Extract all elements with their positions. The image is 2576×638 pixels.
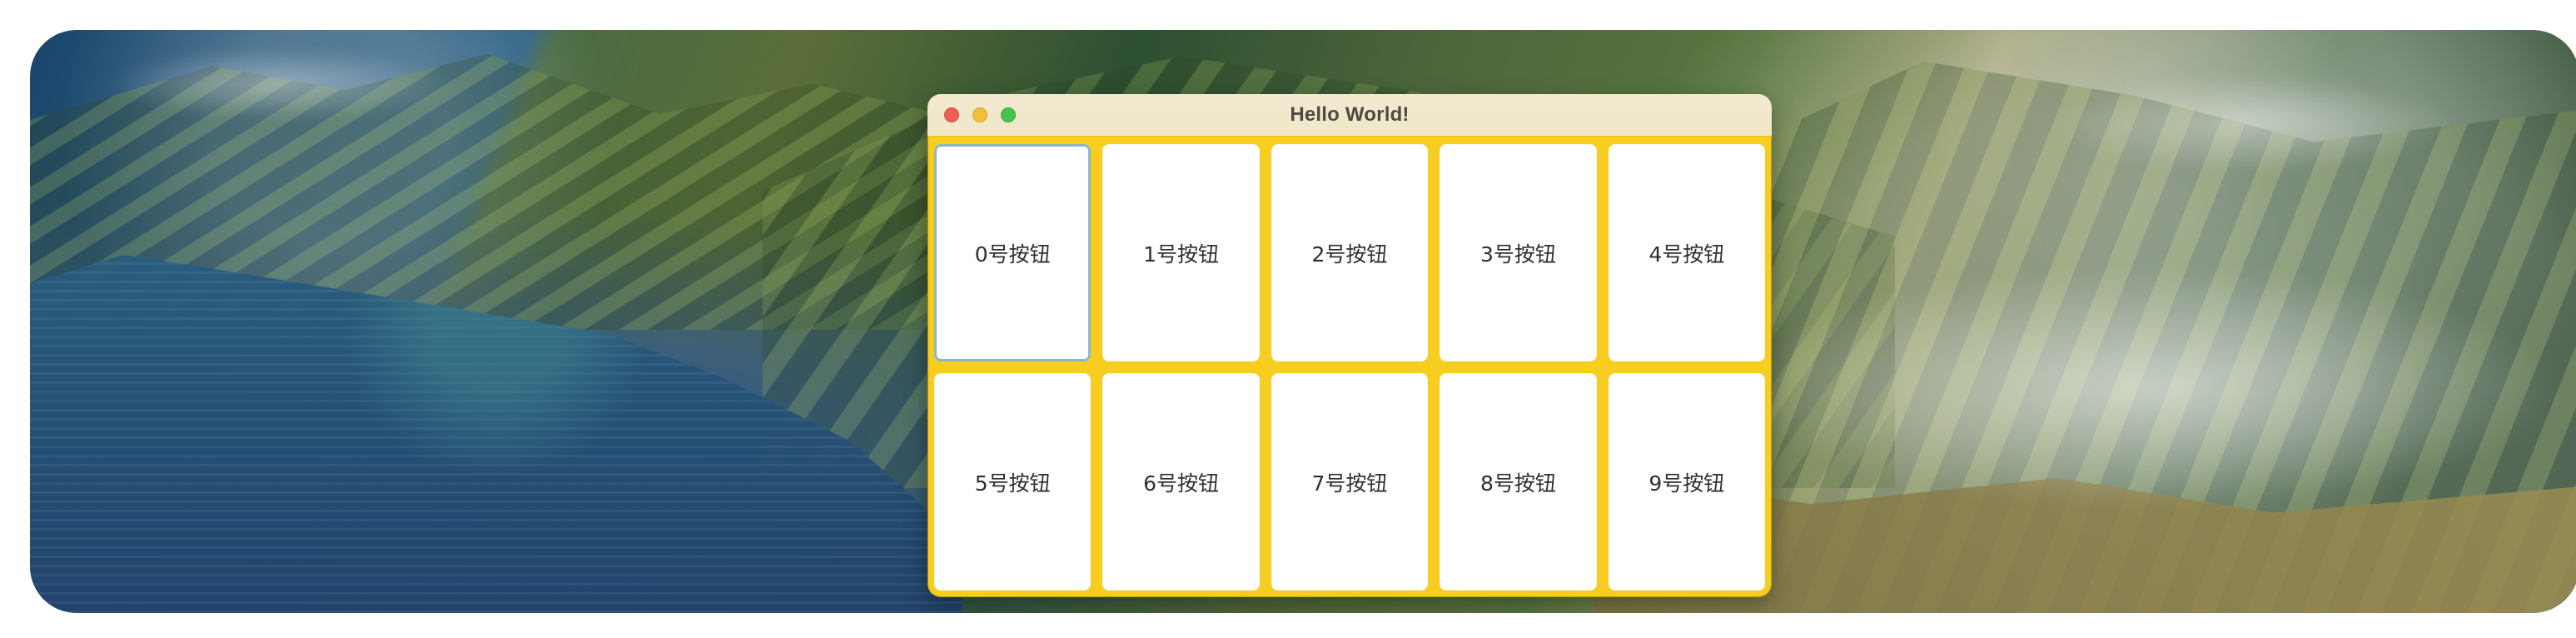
window-titlebar[interactable]: Hello World! [927,94,1772,137]
button-0[interactable]: 0号按钮 [934,144,1092,361]
wallpaper-mountain-right [1753,61,2576,613]
wallpaper-mountain-left [30,53,1046,330]
numbered-button-grid: 0号按钮 1号按钮 2号按钮 3号按钮 4号按钮 5号按钮 6号按钮 7号按钮 … [934,144,1765,591]
button-8[interactable]: 8号按钮 [1440,373,1597,591]
window-title: Hello World! [1290,103,1410,126]
button-2[interactable]: 2号按钮 [1271,144,1429,361]
desktop-wallpaper: Hello World! 0号按钮 1号按钮 2号按钮 3号按钮 4号按钮 5号… [30,30,2576,613]
button-5[interactable]: 5号按钮 [934,373,1092,591]
button-4[interactable]: 4号按钮 [1608,144,1765,361]
wallpaper-cloud-left [105,47,455,122]
button-3[interactable]: 3号按钮 [1440,144,1597,361]
hello-world-window: Hello World! 0号按钮 1号按钮 2号按钮 3号按钮 4号按钮 5号… [927,94,1772,597]
wallpaper-cloud-top-right [2053,73,2453,173]
button-6[interactable]: 6号按钮 [1102,373,1260,591]
button-9[interactable]: 9号按钮 [1608,373,1765,591]
wallpaper-cloud-right [1720,263,2576,513]
button-7[interactable]: 7号按钮 [1271,373,1429,591]
button-1[interactable]: 1号按钮 [1102,144,1260,361]
wallpaper-coastline [30,255,962,613]
